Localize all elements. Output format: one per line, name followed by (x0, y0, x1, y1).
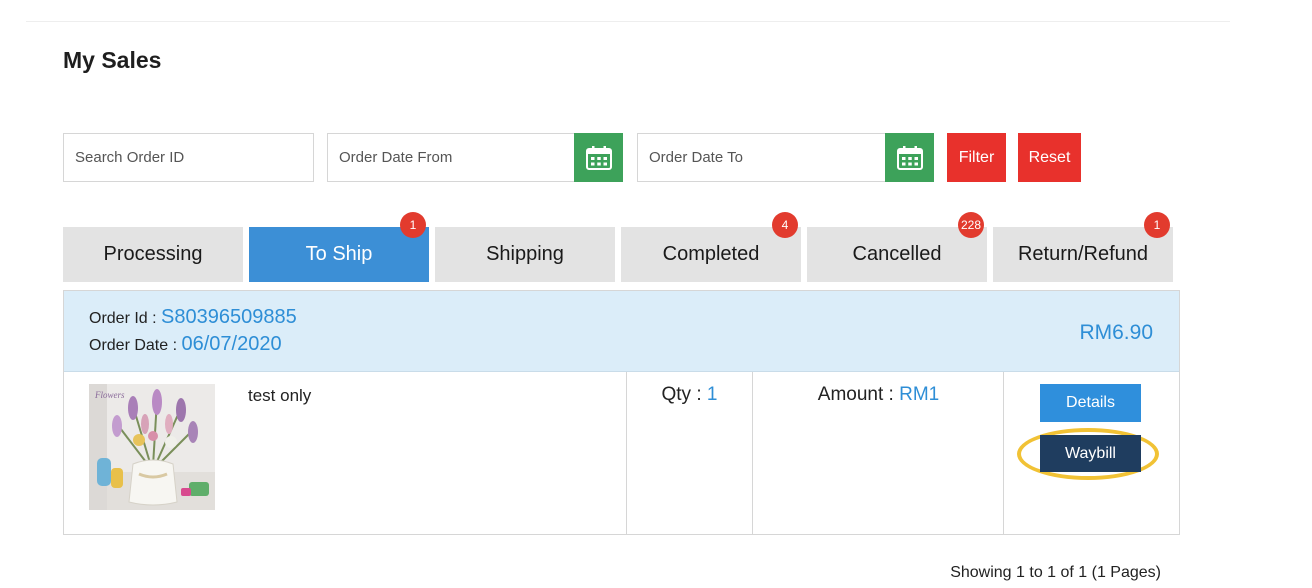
tab-shipping[interactable]: Shipping (435, 227, 615, 282)
order-header: Order Id : S80396509885 Order Date : 06/… (64, 291, 1179, 372)
calendar-icon (585, 145, 612, 170)
product-thumbnail[interactable]: Flowers (89, 384, 215, 510)
tab-label: Shipping (486, 243, 564, 265)
count-badge: 4 (772, 212, 798, 238)
order-date-from-field[interactable] (327, 133, 575, 182)
tab-return-refund[interactable]: Return/Refund 1 (993, 212, 1173, 282)
search-order-field[interactable] (63, 133, 314, 182)
order-id-line: Order Id : S80396509885 (89, 306, 297, 329)
tab-to-ship[interactable]: To Ship 1 (249, 212, 429, 282)
date-to-calendar-button[interactable] (885, 133, 934, 182)
order-id-label: Order Id : (89, 310, 157, 327)
tab-label: To Ship (305, 243, 373, 265)
calendar-icon (896, 145, 923, 170)
waybill-button[interactable]: Waybill (1040, 435, 1141, 472)
date-from-calendar-button[interactable] (574, 133, 623, 182)
order-date-line: Order Date : 06/07/2020 (89, 333, 282, 356)
tab-label: Processing (103, 243, 203, 265)
count-badge: 1 (1144, 212, 1170, 238)
product-name[interactable]: test only (248, 386, 311, 406)
order-date-from-input[interactable] (328, 134, 574, 181)
amount-label: Amount : (817, 384, 894, 405)
order-date-to-input[interactable] (638, 134, 885, 181)
count-badge: 228 (958, 212, 984, 238)
top-divider (26, 21, 1230, 22)
tab-processing[interactable]: Processing (63, 227, 243, 282)
item-quantity: Qty : 1 (627, 384, 752, 406)
pagination-summary: Showing 1 to 1 of 1 (1 Pages) (950, 564, 1161, 581)
order-date-to-field[interactable] (637, 133, 886, 182)
svg-text:Flowers: Flowers (94, 390, 125, 400)
tab-cancelled[interactable]: Cancelled 228 (807, 212, 987, 282)
tab-label: Completed (662, 243, 760, 265)
order-item-row: Flowers test only Qty : 1 Amount : RM1 D… (64, 372, 1179, 534)
tab-label: Cancelled (852, 243, 942, 265)
tab-completed[interactable]: Completed 4 (621, 212, 801, 282)
item-amount: Amount : RM1 (753, 384, 1004, 406)
details-button[interactable]: Details (1040, 384, 1141, 422)
order-card: Order Id : S80396509885 Order Date : 06/… (63, 290, 1180, 535)
filter-button[interactable]: Filter (947, 133, 1006, 182)
search-order-input[interactable] (64, 134, 313, 181)
qty-label: Qty : (661, 384, 702, 405)
count-badge: 1 (400, 212, 426, 238)
order-date-label: Order Date : (89, 337, 178, 354)
page-title: My Sales (63, 47, 162, 73)
reset-button[interactable]: Reset (1018, 133, 1081, 182)
order-total: RM6.90 (1079, 321, 1153, 344)
order-id-value: S80396509885 (161, 306, 297, 328)
tab-label: Return/Refund (1017, 243, 1149, 265)
order-date-value: 06/07/2020 (181, 333, 282, 355)
qty-value: 1 (706, 384, 718, 405)
amount-value: RM1 (899, 384, 940, 405)
